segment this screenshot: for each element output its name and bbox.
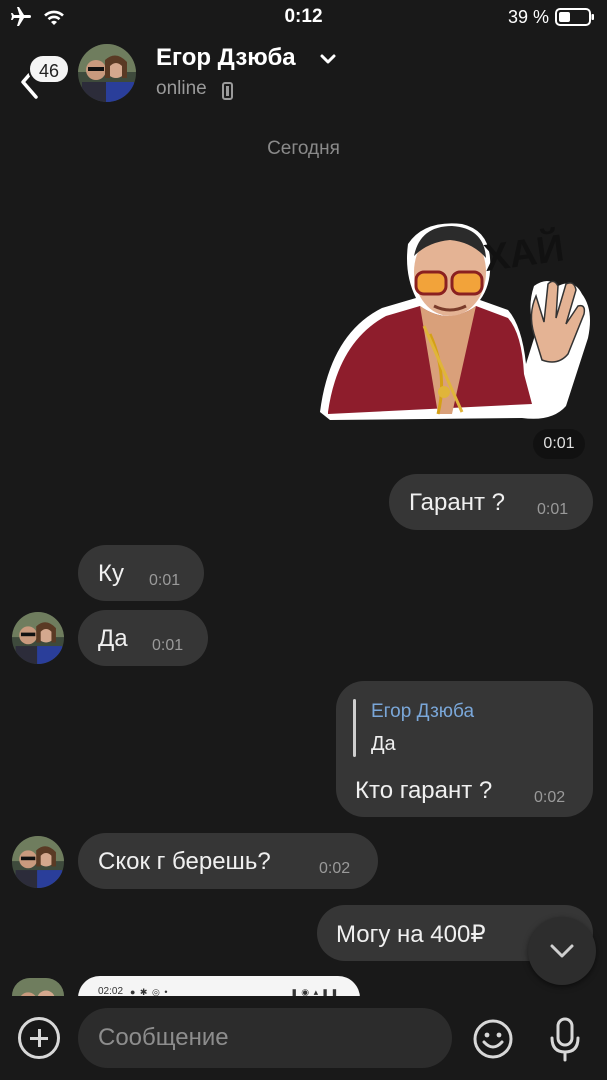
sender-avatar[interactable] [12,978,64,996]
message-bubble-outgoing[interactable]: Егор Дзюба Да Кто гарант ? 0:02 [336,681,593,817]
reply-author[interactable]: Егор Дзюба [371,701,474,723]
message-time: 0:01 [537,501,569,518]
message-time: 0:02 [534,789,566,806]
sticker-time: 0:01 [533,429,585,459]
message-text: Могу на 400₽ [336,921,486,948]
message-time: 0:01 [149,572,181,589]
scroll-down-button[interactable] [528,917,596,985]
sender-avatar[interactable] [12,836,64,888]
date-separator: Сегодня [267,138,340,159]
unread-badge: 46 [28,54,70,84]
battery-percent: 39 % [507,7,549,27]
reply-bar [353,699,356,757]
message-time: 0:01 [152,637,184,654]
message-bubble-incoming[interactable]: Ку 0:01 [78,545,204,601]
contact-name[interactable]: Егор Дзюба [156,44,296,72]
message-text: Скок г берешь? [98,848,271,875]
message-text: Да [98,625,128,652]
chevron-down-icon[interactable] [318,52,338,66]
message-text: Кто гарант ? [355,777,493,804]
chevron-down-icon [550,944,574,958]
back-button[interactable]: 46 [10,44,70,100]
microphone-icon[interactable] [545,1016,585,1062]
message-text: Гарант ? [409,489,505,516]
message-bubble-incoming[interactable]: Да 0:01 [78,610,208,666]
message-input[interactable] [78,1008,452,1068]
chat-header: 46 Егор Дзюба online [0,34,607,114]
battery-icon [555,8,594,26]
message-bubble-outgoing[interactable]: Гарант ? 0:01 [389,474,593,530]
message-bubble-incoming[interactable]: Скок г берешь? 0:02 [78,833,378,889]
contact-status: online [156,78,207,99]
composer-bar [0,996,607,1080]
message-text: Ку [98,560,124,587]
reply-text: Да [371,733,396,755]
emoji-icon[interactable] [472,1018,514,1060]
status-bar: 0:12 39 % [0,0,607,34]
sender-avatar[interactable] [12,612,64,664]
message-time: 0:02 [319,860,351,877]
avatar[interactable] [78,44,136,102]
phone-icon [222,82,233,100]
sticker-image[interactable]: ХАЙ [312,214,594,434]
plus-circle-icon[interactable] [18,1017,60,1059]
sticker-caption: ХАЙ [481,224,567,280]
